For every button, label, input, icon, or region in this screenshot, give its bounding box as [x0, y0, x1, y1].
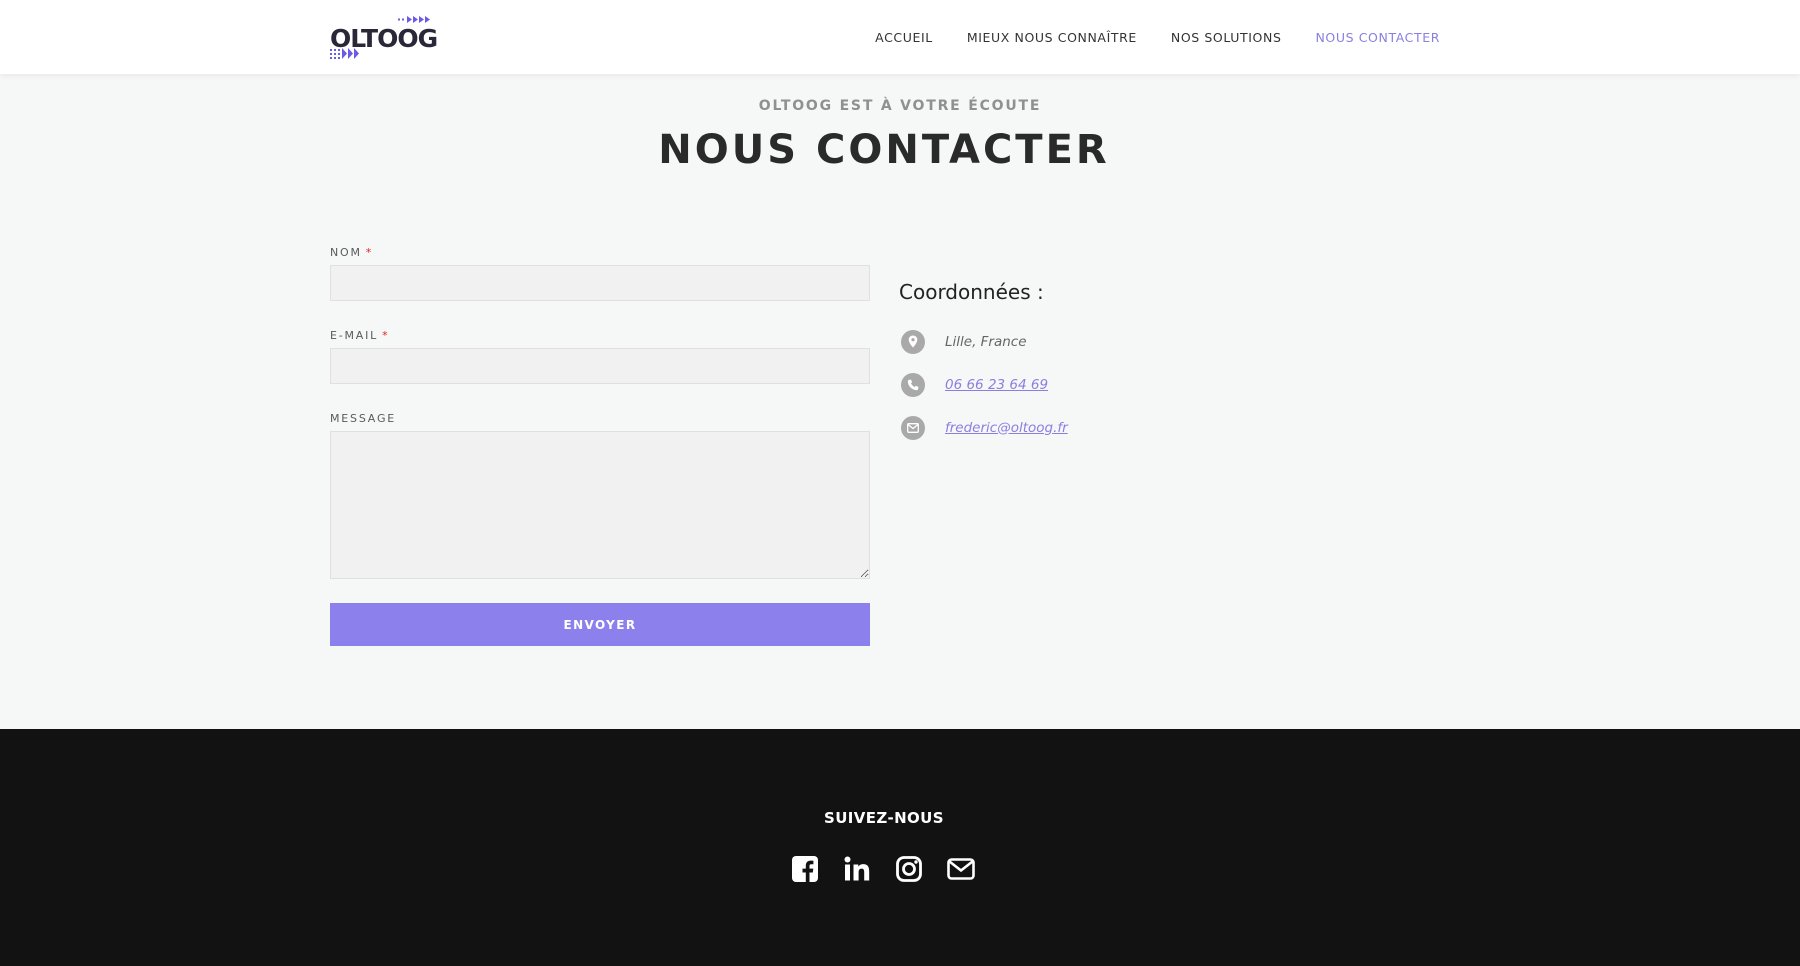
location-pin-icon — [901, 329, 925, 354]
message-textarea[interactable] — [330, 431, 870, 579]
facebook-icon[interactable] — [790, 854, 820, 884]
envelope-icon — [901, 415, 925, 440]
instagram-icon[interactable] — [894, 854, 924, 884]
message-label: MESSAGE — [330, 412, 397, 425]
contact-email: frederic@oltoog.fr — [899, 406, 1068, 449]
follow-us-heading: SUIVEZ-NOUS — [824, 809, 944, 827]
email-label: E-MAIL * — [330, 329, 390, 342]
logo-arrows-bottom-icon — [330, 48, 359, 59]
required-marker: * — [382, 329, 390, 342]
send-button[interactable]: ENVOYER — [330, 603, 870, 646]
nav-item-nos-solutions[interactable]: NOS SOLUTIONS — [1171, 30, 1282, 45]
email-input[interactable] — [330, 348, 870, 384]
nav-item-nous-contacter[interactable]: NOUS CONTACTER — [1315, 30, 1440, 45]
required-marker: * — [365, 246, 374, 259]
contact-phone: 06 66 23 64 69 — [899, 363, 1068, 406]
email-icon[interactable] — [946, 854, 976, 884]
main-nav: ACCUEIL MIEUX NOUS CONNAÎTRE NOS SOLUTIO… — [875, 0, 1440, 74]
name-label: NOM * — [330, 246, 374, 259]
nav-item-mieux-nous-connaitre[interactable]: MIEUX NOUS CONNAÎTRE — [967, 30, 1137, 45]
page-title: NOUS CONTACTER — [658, 127, 1110, 173]
linkedin-icon[interactable] — [842, 854, 872, 884]
site-footer: SUIVEZ-NOUS — [0, 729, 1800, 966]
contact-heading: Coordonnées : — [899, 280, 1044, 304]
contact-phone-link[interactable]: 06 66 23 64 69 — [945, 377, 1048, 393]
social-links — [790, 854, 976, 884]
section-eyebrow: OLTOOG EST À VOTRE ÉCOUTE — [758, 98, 1042, 114]
contact-details: Coordonnées : Lille, France 06 66 23 64 … — [899, 280, 1068, 449]
logo-arrows-top-icon — [398, 16, 430, 23]
phone-icon — [901, 372, 925, 397]
contact-location-text: Lille, France — [945, 333, 1027, 350]
contact-email-link[interactable]: frederic@oltoog.fr — [945, 420, 1068, 436]
site-header: OLTOOG ACCUEIL MIEUX NOUS CONNAÎTRE NOS … — [0, 0, 1800, 74]
contact-location: Lille, France — [899, 320, 1068, 363]
contact-form: NOM * E-MAIL * MESSAGE ENVOYER — [330, 246, 870, 646]
nav-item-accueil[interactable]: ACCUEIL — [875, 30, 933, 45]
oltoog-logo[interactable]: OLTOOG — [330, 14, 438, 62]
name-input[interactable] — [330, 265, 870, 301]
